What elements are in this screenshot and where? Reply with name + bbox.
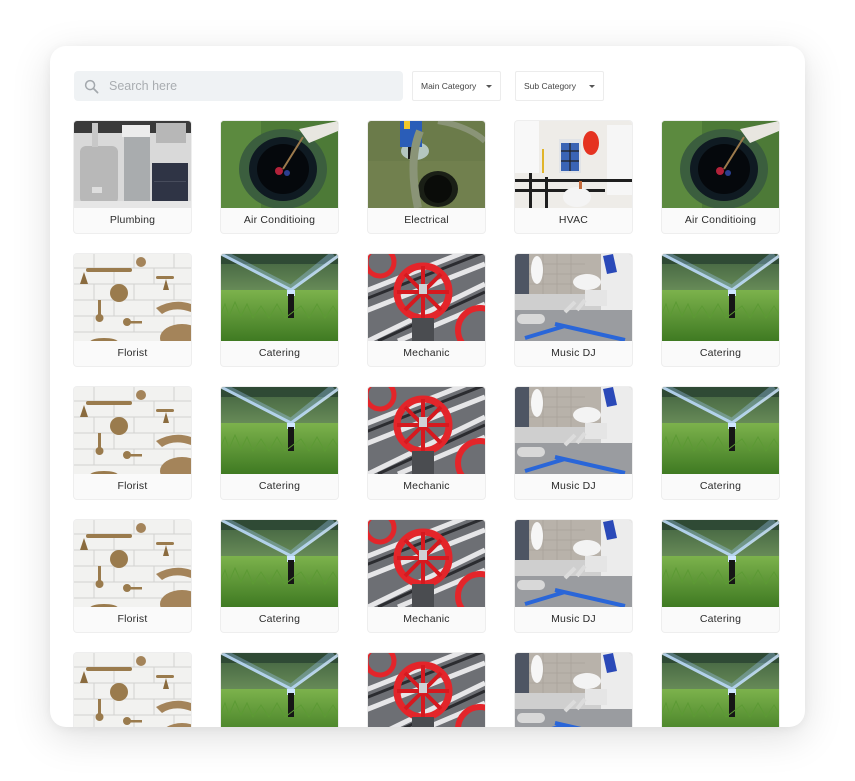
category-grid: Plumbing Air Conditioing Electrical HVAC… <box>74 121 794 727</box>
category-card[interactable]: Air Conditioing <box>221 121 338 233</box>
manhole-drain-image <box>221 121 338 208</box>
search-input[interactable] <box>107 78 391 94</box>
lawn-sprinkler-image <box>662 653 779 727</box>
category-card-label: Florist <box>117 613 148 625</box>
category-card-label: Electrical <box>404 214 449 226</box>
sub-category-dropdown[interactable]: Sub Category <box>515 71 604 101</box>
bronze-faucets-image <box>74 254 191 341</box>
red-valves-image <box>368 387 485 474</box>
category-card-label: Mechanic <box>403 480 450 492</box>
caret-down-icon <box>486 84 492 88</box>
lawn-sprinkler-image <box>221 520 338 607</box>
lawn-sprinkler-image <box>662 254 779 341</box>
category-card[interactable]: Catering <box>221 520 338 632</box>
category-card[interactable]: Music DJ <box>515 387 632 499</box>
manhole-drain-image <box>662 121 779 208</box>
search-box[interactable] <box>74 71 403 101</box>
category-card[interactable]: Florist <box>74 254 191 366</box>
category-card-label: Florist <box>117 480 148 492</box>
category-card-label: Catering <box>258 347 301 359</box>
category-card-label: Music DJ <box>551 347 596 359</box>
category-card[interactable]: Music DJ <box>515 653 632 727</box>
category-card[interactable]: Florist <box>74 520 191 632</box>
category-card-label: Air Conditioing <box>243 214 316 226</box>
category-card-label: HVAC <box>558 214 589 226</box>
plumbing-tools-image <box>515 653 632 727</box>
lawn-sprinkler-image <box>221 387 338 474</box>
caret-down-icon <box>589 84 595 88</box>
sub-category-label: Sub Category <box>524 81 576 91</box>
search-icon <box>84 79 99 93</box>
category-card[interactable]: Mechanic <box>368 387 485 499</box>
lawn-sprinkler-image <box>221 653 338 727</box>
category-card[interactable]: Catering <box>221 653 338 727</box>
category-card[interactable]: Catering <box>221 387 338 499</box>
category-card-label: Catering <box>699 613 742 625</box>
lawn-sprinkler-image <box>662 387 779 474</box>
category-card-label: Air Conditioing <box>684 214 757 226</box>
boiler-room-image <box>515 121 632 208</box>
lawn-sprinkler-image <box>662 520 779 607</box>
category-card[interactable]: Catering <box>662 387 779 499</box>
category-card-label: Florist <box>117 347 148 359</box>
category-card-label: Catering <box>258 480 301 492</box>
red-valves-image <box>368 254 485 341</box>
lawn-sprinkler-image <box>221 254 338 341</box>
category-card[interactable]: Mechanic <box>368 653 485 727</box>
plumbing-tools-image <box>515 387 632 474</box>
category-card[interactable]: Catering <box>662 653 779 727</box>
category-card-label: Catering <box>258 613 301 625</box>
category-card[interactable]: Plumbing <box>74 121 191 233</box>
water-heater-furnace-image <box>74 121 191 208</box>
category-card[interactable]: Mechanic <box>368 254 485 366</box>
red-valves-image <box>368 653 485 727</box>
plumbing-tools-image <box>515 520 632 607</box>
category-card-label: Music DJ <box>551 480 596 492</box>
main-category-dropdown[interactable]: Main Category <box>412 71 501 101</box>
bronze-faucets-image <box>74 653 191 727</box>
septic-pumping-image <box>368 121 485 208</box>
category-card-label: Catering <box>699 347 742 359</box>
category-card-label: Mechanic <box>403 347 450 359</box>
category-card[interactable]: Florist <box>74 653 191 727</box>
category-card[interactable]: Catering <box>662 520 779 632</box>
category-card-label: Mechanic <box>403 613 450 625</box>
category-card[interactable]: Air Conditioing <box>662 121 779 233</box>
category-card-label: Music DJ <box>551 613 596 625</box>
category-card[interactable]: Music DJ <box>515 254 632 366</box>
red-valves-image <box>368 520 485 607</box>
category-card-label: Plumbing <box>109 214 156 226</box>
category-card[interactable]: Electrical <box>368 121 485 233</box>
plumbing-tools-image <box>515 254 632 341</box>
category-card[interactable]: Music DJ <box>515 520 632 632</box>
bronze-faucets-image <box>74 520 191 607</box>
category-card[interactable]: Catering <box>221 254 338 366</box>
category-card[interactable]: Catering <box>662 254 779 366</box>
category-card[interactable]: HVAC <box>515 121 632 233</box>
category-card[interactable]: Mechanic <box>368 520 485 632</box>
main-category-label: Main Category <box>421 81 477 91</box>
category-card[interactable]: Florist <box>74 387 191 499</box>
bronze-faucets-image <box>74 387 191 474</box>
category-card-label: Catering <box>699 480 742 492</box>
category-panel: Main Category Sub Category Plumbing Air … <box>50 46 805 727</box>
